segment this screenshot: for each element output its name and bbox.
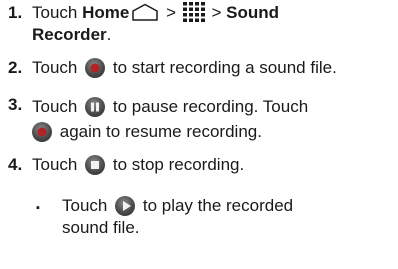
touch-word: Touch <box>32 155 78 174</box>
touch-word: Touch <box>32 58 78 77</box>
step-description: to start recording a sound file. <box>112 58 337 77</box>
app-name-line1: Sound <box>226 3 280 22</box>
bullet-marker: ▪ <box>36 202 40 214</box>
grid-dots-icon <box>182 1 205 22</box>
bullet-item: ▪ Touch to play the recorded sound file. <box>0 195 398 241</box>
record-button-icon <box>85 57 106 78</box>
bullet-description-line2: sound file. <box>62 217 140 237</box>
step-text: Touch to stop recording. <box>32 154 394 176</box>
step-number: 1. <box>8 3 23 22</box>
separator: > <box>211 3 222 22</box>
house-outline-icon <box>132 3 159 21</box>
step-number: 2. <box>8 58 23 77</box>
touch-word: Touch <box>32 3 78 22</box>
touch-word: Touch <box>62 196 108 215</box>
record-button-icon <box>32 121 52 142</box>
step-number: 3. <box>8 95 23 114</box>
separator: > <box>166 3 177 22</box>
step-text: Touch Home > > Sound Recorder. <box>32 1 394 45</box>
step-4: 4. Touch to stop recording. <box>0 154 398 176</box>
step-description: to stop recording. <box>112 155 245 174</box>
step-number: 4. <box>8 155 23 174</box>
step-2: 2. Touch to start recording a sound file… <box>0 57 398 79</box>
bullet-text: Touch to play the recorded sound file. <box>62 195 394 238</box>
stop-button-icon <box>85 154 106 175</box>
period: . <box>106 24 112 44</box>
play-button-icon <box>115 195 136 216</box>
pause-button-icon <box>85 96 106 117</box>
step-text: Touch to pause recording. Touch again to… <box>32 94 394 144</box>
touch-word: Touch <box>32 97 78 116</box>
app-name-line2: Recorder <box>32 24 107 44</box>
home-label: Home <box>82 3 130 22</box>
bullet-description-line1: to play the recorded <box>142 196 294 215</box>
step-description-2: again to resume recording. <box>59 122 262 141</box>
step-text: Touch to start recording a sound file. <box>32 57 394 79</box>
step-1: 1. Touch Home > > Sound Recorder. <box>0 1 398 46</box>
step-description: to pause recording. Touch <box>112 97 309 116</box>
step-3: 3. Touch to pause recording. Touch again… <box>0 94 398 142</box>
